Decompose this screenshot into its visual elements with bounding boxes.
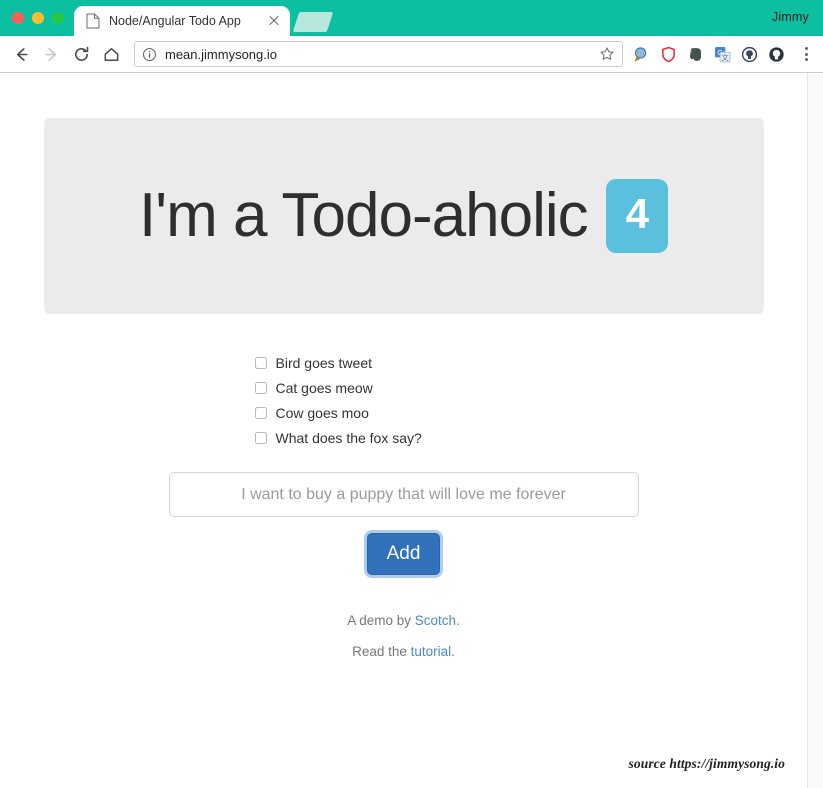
jumbotron: I'm a Todo-aholic 4 [43, 118, 764, 314]
close-icon[interactable] [266, 13, 282, 29]
forward-arrow-icon [36, 39, 66, 69]
scotch-link[interactable]: Scotch [415, 613, 456, 628]
close-window-button[interactable] [12, 12, 24, 24]
todo-item[interactable]: What does the fox say? [254, 425, 559, 450]
todo-label: What does the fox say? [275, 429, 422, 446]
extension-icons: G 文 [633, 44, 813, 64]
demo-credit-suffix: . [456, 613, 460, 628]
add-button[interactable]: Add [366, 533, 441, 575]
source-watermark: source https://jimmysong.io [628, 756, 785, 771]
demo-credit: A demo by Scotch. [44, 613, 764, 628]
browser-tab-active[interactable]: Node/Angular Todo App [74, 6, 290, 36]
todo-item[interactable]: Cow goes moo [254, 400, 559, 425]
octotree-icon[interactable] [768, 46, 785, 63]
document-icon [86, 13, 100, 29]
window-controls [0, 0, 74, 36]
tutorial-credit-suffix: . [451, 644, 455, 659]
star-icon[interactable] [599, 46, 615, 62]
todo-input[interactable] [168, 472, 639, 517]
home-icon[interactable] [96, 39, 126, 69]
browser-toolbar: mean.jimmysong.io 文 [0, 36, 823, 73]
todo-list: Bird goes tweet Cat goes meow Cow goes m… [249, 350, 559, 450]
google-translate-icon[interactable]: G 文 [714, 46, 731, 63]
browser-window: Node/Angular Todo App Jimmy mean.jimmyso… [0, 0, 823, 788]
svg-text:文: 文 [722, 53, 729, 62]
profile-name[interactable]: Jimmy [772, 10, 809, 24]
minimize-window-button[interactable] [32, 12, 44, 24]
todo-label: Bird goes tweet [275, 354, 373, 371]
tutorial-credit-prefix: Read the [352, 644, 411, 659]
todo-label: Cow goes moo [275, 404, 369, 421]
tab-title: Node/Angular Todo App [109, 14, 241, 28]
info-circle-icon[interactable] [142, 47, 157, 62]
address-bar[interactable]: mean.jimmysong.io [134, 41, 623, 67]
todo-item[interactable]: Cat goes meow [254, 375, 559, 400]
new-tab-button[interactable] [292, 12, 334, 32]
todo-label: Cat goes meow [275, 379, 373, 396]
reload-icon[interactable] [66, 39, 96, 69]
todo-item[interactable]: Bird goes tweet [254, 350, 559, 375]
page-viewport: I'm a Todo-aholic 4 Bird goes tweet Cat … [0, 73, 823, 788]
add-todo-form: Add [44, 472, 764, 575]
zoom-window-button[interactable] [52, 12, 64, 24]
web-page: I'm a Todo-aholic 4 Bird goes tweet Cat … [0, 73, 807, 788]
page-footer: A demo by Scotch. Read the tutorial. [44, 613, 764, 659]
page-scrollbar[interactable] [807, 73, 823, 788]
todo-count-badge: 4 [605, 179, 668, 253]
todo-checkbox[interactable] [254, 406, 267, 419]
tab-strip: Node/Angular Todo App Jimmy [0, 0, 823, 36]
three-dot-menu-icon[interactable] [799, 44, 813, 64]
todo-checkbox[interactable] [254, 381, 267, 394]
tutorial-credit: Read the tutorial. [44, 644, 764, 659]
tutorial-link[interactable]: tutorial [411, 644, 452, 659]
todo-checkbox[interactable] [254, 356, 267, 369]
page-title-text: I'm a Todo-aholic [139, 181, 589, 250]
page-container: I'm a Todo-aholic 4 Bird goes tweet Cat … [43, 73, 764, 659]
adblock-shield-icon[interactable] [660, 46, 677, 63]
github-octocat-icon[interactable] [741, 46, 758, 63]
address-bar-url: mean.jimmysong.io [165, 46, 277, 62]
back-arrow-icon[interactable] [6, 39, 36, 69]
page-title: I'm a Todo-aholic 4 [139, 179, 668, 253]
evernote-elephant-icon[interactable] [687, 46, 704, 63]
diigo-extension-icon[interactable] [633, 46, 650, 63]
demo-credit-prefix: A demo by [347, 613, 415, 628]
todo-checkbox[interactable] [254, 431, 267, 444]
